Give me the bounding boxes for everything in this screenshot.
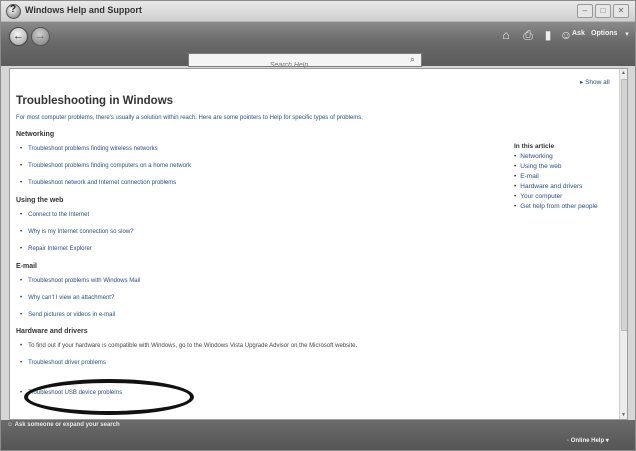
minimize-button[interactable]: –	[577, 4, 593, 18]
help-window: Windows Help and Support – □ ✕ ← → ⌂ ⎙ ▮…	[0, 0, 636, 451]
article-link[interactable]: Hardware and drivers	[514, 183, 582, 190]
hand-drawn-circle	[24, 379, 194, 415]
article-link[interactable]: E-mail	[514, 173, 538, 180]
list-item[interactable]: Connect to the Internet	[20, 212, 89, 218]
forward-button[interactable]: →	[31, 27, 50, 46]
article-link[interactable]: Get help from other people	[514, 203, 597, 210]
list-item[interactable]: Troubleshoot problems finding computers …	[20, 163, 191, 169]
browse-help-icon[interactable]: ▮	[541, 28, 555, 42]
list-item[interactable]: Troubleshoot problems finding wireless n…	[20, 146, 158, 152]
list-item[interactable]: Repair Internet Explorer	[20, 246, 92, 252]
vertical-scrollbar[interactable]: ▲ ▼	[619, 69, 627, 419]
home-icon[interactable]: ⌂	[499, 28, 513, 42]
list-item[interactable]: Troubleshoot driver problems	[20, 360, 106, 366]
window-title: Windows Help and Support	[25, 5, 142, 15]
list-item[interactable]: Troubleshoot problems with Windows Mail	[20, 278, 140, 284]
ask-expand-link[interactable]: ☺ Ask someone or expand your search	[7, 422, 120, 428]
list-item[interactable]: Why is my Internet connection so slow?	[20, 229, 133, 235]
in-this-article-title: In this article	[514, 143, 555, 150]
title-bar: Windows Help and Support – □ ✕	[1, 1, 635, 22]
ask-button[interactable]: Ask	[572, 30, 585, 37]
section-email: E-mail	[16, 263, 38, 270]
ask-icon[interactable]: ☺	[559, 28, 573, 42]
toolbar: ← → ⌂ ⎙ ▮ ☺ Ask Options ▾ ⌕	[1, 22, 635, 72]
section-hardware: Hardware and drivers	[16, 328, 88, 335]
article-link[interactable]: Your computer	[514, 193, 562, 200]
section-using-web: Using the web	[16, 197, 64, 204]
ask-expand-label: Ask someone or expand your search	[14, 422, 120, 428]
search-icon[interactable]: ⌕	[410, 54, 415, 65]
options-chevron-icon[interactable]: ▾	[623, 28, 631, 42]
print-icon[interactable]: ⎙	[521, 28, 535, 42]
scroll-thumb[interactable]	[621, 79, 627, 331]
scroll-down-icon[interactable]: ▼	[621, 412, 626, 418]
maximize-button[interactable]: □	[595, 4, 611, 18]
section-networking: Networking	[16, 131, 55, 138]
list-item[interactable]: To find out if your hardware is compatib…	[20, 343, 357, 349]
help-content: ▸ Show all Troubleshooting in Windows Fo…	[9, 68, 628, 420]
show-all-label: Show all	[585, 79, 610, 86]
article-link[interactable]: Using the web	[514, 163, 561, 170]
close-button[interactable]: ✕	[613, 4, 629, 18]
back-button[interactable]: ←	[9, 27, 28, 46]
search-box: ⌕	[188, 53, 422, 72]
show-all-link[interactable]: ▸ Show all	[580, 78, 610, 86]
online-help-label: Online Help	[570, 438, 605, 444]
list-item[interactable]: Send pictures or videos in e-mail	[20, 312, 115, 318]
options-button[interactable]: Options	[591, 30, 617, 37]
online-help-button[interactable]: ◦ Online Help ▾	[567, 437, 609, 444]
list-item[interactable]: Why can't I view an attachment?	[20, 295, 114, 301]
list-item[interactable]: Troubleshoot network and Internet connec…	[20, 180, 176, 186]
help-app-icon	[6, 4, 21, 19]
article-link[interactable]: Networking	[514, 153, 553, 160]
scroll-up-icon[interactable]: ▲	[621, 70, 626, 76]
intro-text: For most computer problems, there's usua…	[16, 115, 363, 121]
window-controls: – □ ✕	[577, 4, 629, 18]
bottom-bar: ☺ Ask someone or expand your search ◦ On…	[1, 420, 635, 450]
page-title: Troubleshooting in Windows	[16, 95, 174, 107]
